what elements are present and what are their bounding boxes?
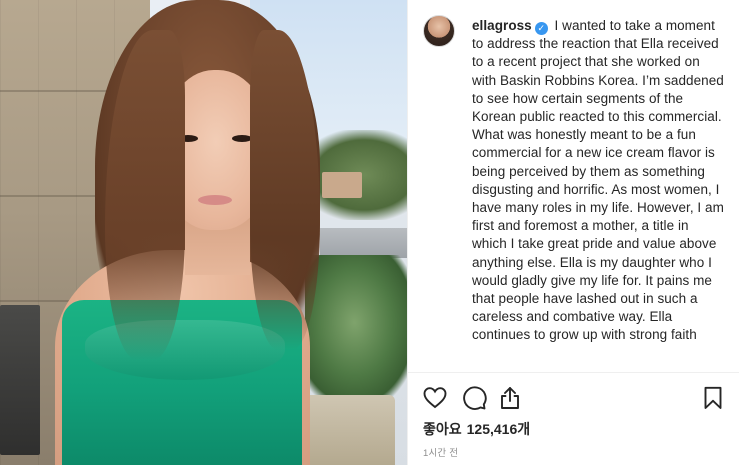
photo-road	[320, 228, 407, 258]
post-sidebar: ellagross ✓ I wanted to take a moment to …	[407, 0, 739, 465]
caption-body: I wanted to take a moment to address the…	[472, 18, 724, 343]
verified-badge-icon: ✓	[534, 22, 548, 35]
photo-eye-right	[232, 135, 252, 142]
photo-succulent-plant	[305, 255, 407, 405]
avatar[interactable]	[423, 15, 455, 47]
likes-label: 좋아요	[423, 421, 462, 437]
share-icon[interactable]	[497, 385, 523, 411]
action-bar: 좋아요 125,416개 1시간 전	[408, 372, 739, 465]
heart-icon[interactable]	[422, 385, 448, 411]
photo-lips	[198, 195, 232, 205]
photo-bench	[0, 305, 40, 455]
post-timestamp[interactable]: 1시간 전	[423, 445, 458, 459]
username-link[interactable]: ellagross	[472, 18, 532, 33]
photo-house-roof	[322, 172, 362, 198]
post-photo[interactable]	[0, 0, 407, 465]
caption-text: ellagross ✓ I wanted to take a moment to …	[472, 17, 727, 345]
instagram-post: ellagross ✓ I wanted to take a moment to …	[0, 0, 739, 465]
likes-number: 125,416개	[466, 421, 531, 437]
photo-dress-ruffle	[85, 320, 285, 380]
likes-count[interactable]: 좋아요 125,416개	[423, 419, 530, 439]
comment-bubble-icon[interactable]	[461, 385, 487, 411]
bookmark-icon[interactable]	[700, 385, 726, 411]
caption-area: ellagross ✓ I wanted to take a moment to …	[408, 0, 739, 372]
